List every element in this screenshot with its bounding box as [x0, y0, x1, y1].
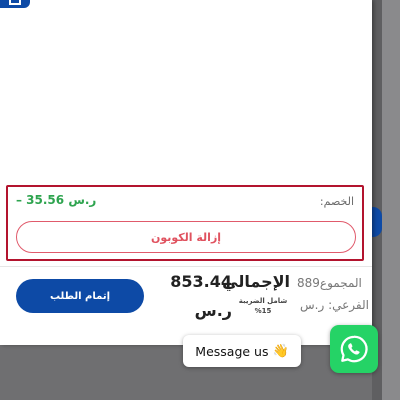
remove-coupon-button[interactable]: إزالة الكوبون [16, 221, 356, 253]
discount-value: – 35.56 ر.س [16, 193, 97, 207]
drawer-close-button[interactable] [0, 0, 30, 8]
total-currency: ر.س [194, 301, 232, 320]
checkout-button[interactable]: إتمام الطلب [16, 279, 144, 313]
whatsapp-button[interactable] [330, 325, 378, 373]
cart-drawer: الخصم: – 35.56 ر.س إزالة الكوبون 889المج… [0, 0, 372, 345]
chat-message-text: Message us [195, 343, 269, 359]
whatsapp-icon [340, 335, 368, 363]
total-label: الإجمالي [222, 272, 290, 291]
divider [0, 266, 372, 267]
waving-hand-icon: 👋 [272, 343, 289, 359]
subtotal-label: المجموع [319, 276, 362, 290]
tax-note: شامل الضريبة 15% [238, 297, 288, 315]
total-value: 853.44 [170, 272, 232, 291]
subtotal-value: 889 [297, 276, 320, 290]
tray-icon [9, 0, 21, 5]
chat-message-bubble[interactable]: Message us 👋 [183, 335, 301, 367]
subtotal-label-line2: الفرعي: ر.س [300, 298, 369, 312]
subtotal-row: 889المجموع [297, 276, 362, 290]
coupon-section: الخصم: – 35.56 ر.س إزالة الكوبون [6, 185, 364, 261]
discount-label: الخصم: [319, 195, 354, 208]
